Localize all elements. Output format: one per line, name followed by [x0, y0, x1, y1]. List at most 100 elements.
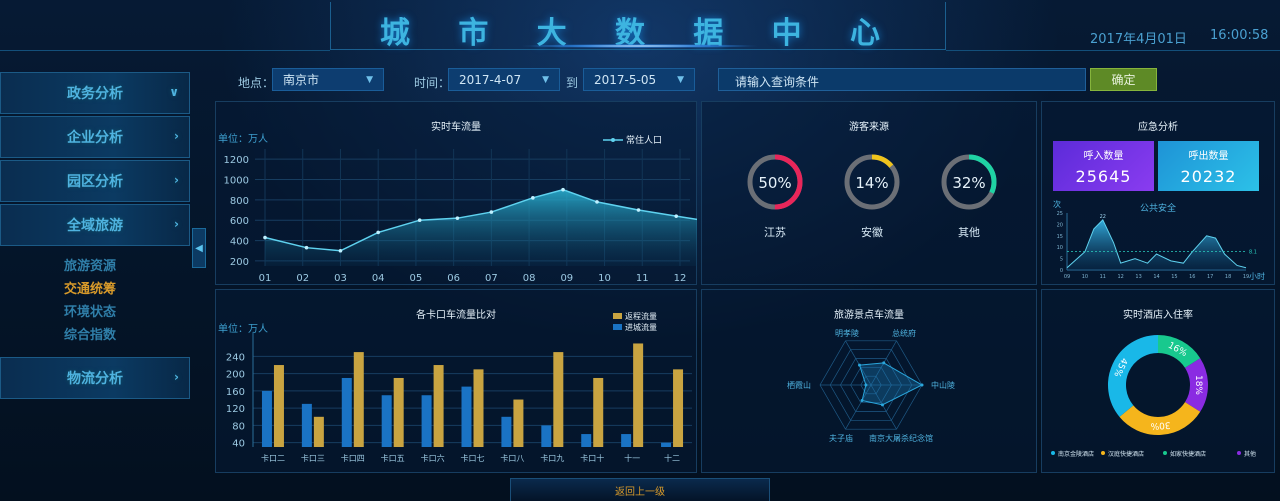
data-point: [376, 230, 380, 235]
y-tick-label: 10: [1057, 245, 1063, 251]
sidebar-item-government[interactable]: 政务分析 ∨: [0, 72, 190, 114]
bar-inbound: [301, 403, 312, 447]
radar-point: [860, 398, 864, 402]
x-tick-label: 卡口二: [261, 453, 285, 463]
stat-value: 25645: [1075, 167, 1132, 186]
bar-return: [273, 365, 284, 447]
legend-swatch: [613, 324, 622, 330]
start-date-select[interactable]: 2017-4-07 ▼: [448, 68, 560, 91]
title-char: 据: [693, 16, 724, 51]
x-tick-label: 09: [560, 273, 573, 284]
caret-down-icon: ▼: [366, 74, 373, 85]
donut-label: 其他: [958, 226, 980, 239]
donut-value: 14%: [855, 174, 889, 192]
title-char: 城: [380, 16, 410, 51]
sidebar-item-label: 全域旅游: [67, 218, 123, 234]
back-button[interactable]: 返回上一级: [510, 478, 770, 501]
donut-value: 32%: [952, 174, 986, 192]
radar-axis-label: 中山陵: [931, 380, 955, 390]
y-tick-label: 160: [226, 387, 245, 398]
bar-inbound: [661, 442, 672, 447]
location-value: 南京市: [283, 73, 320, 87]
time-display: 16:00:58: [1210, 28, 1269, 43]
y-unit-label: 次: [1053, 199, 1061, 209]
bar-return: [593, 377, 604, 447]
donut-slice-label: 30%: [1150, 419, 1171, 430]
data-point: [263, 235, 267, 240]
chevron-down-icon: ∨: [169, 85, 179, 99]
x-tick-label: 14: [1153, 274, 1159, 280]
sidebar-item-logistics[interactable]: 物流分析 ›: [0, 357, 190, 399]
bar-inbound: [621, 434, 632, 447]
bar-return: [353, 352, 364, 447]
x-tick-label: 16: [1189, 274, 1195, 280]
time-label: 时间：: [414, 76, 451, 90]
x-tick-label: 11: [636, 273, 649, 284]
legend-marker: [1237, 451, 1241, 455]
sidebar-sub-item-index[interactable]: 综合指数: [64, 324, 116, 343]
legend-label: 进城流量: [625, 322, 657, 332]
data-point: [595, 200, 599, 204]
x-tick-label: 18: [1225, 274, 1231, 280]
sidebar-sub-item-traffic[interactable]: 交通统筹: [64, 278, 116, 297]
x-tick-label: 10: [1082, 274, 1088, 280]
y-tick-label: 5: [1060, 257, 1063, 263]
y-tick-label: 400: [230, 237, 249, 248]
title-char: 数: [614, 16, 645, 51]
chevron-right-icon: ›: [174, 129, 179, 143]
radar-point: [864, 383, 868, 387]
x-tick-label: 13: [1135, 274, 1141, 280]
sidebar-collapse-button[interactable]: ◀: [192, 228, 206, 268]
legend-marker: [1163, 451, 1167, 455]
confirm-button[interactable]: 确定: [1090, 68, 1157, 91]
x-tick-label: 10: [598, 273, 611, 284]
x-unit-label: 小时: [1249, 271, 1265, 281]
legend-label: 常住人口: [626, 134, 662, 146]
data-point: [304, 245, 309, 250]
sidebar-sub-item-resources[interactable]: 旅游资源: [64, 255, 116, 274]
donut-slice-label: 18%: [1193, 375, 1203, 395]
x-tick-label: 07: [485, 273, 498, 284]
sidebar-item-tourism[interactable]: 全域旅游 ›: [0, 204, 190, 246]
y-tick-label: 800: [230, 196, 249, 207]
bar-return: [433, 365, 444, 447]
y-tick-label: 600: [230, 216, 249, 227]
location-label: 地点：: [238, 76, 275, 90]
x-tick-label: 十一: [624, 453, 640, 463]
sidebar-item-label: 政务分析: [67, 86, 123, 102]
sidebar-item-label: 企业分析: [67, 130, 123, 146]
panel-title: 应急分析: [1138, 122, 1178, 133]
sidebar-item-park[interactable]: 园区分析 ›: [0, 160, 190, 202]
data-point: [489, 210, 494, 214]
inbound-stat: 呼入数量 25645: [1053, 141, 1154, 191]
radar-axis-label: 总统府: [892, 328, 916, 338]
x-tick-label: 12: [674, 273, 687, 284]
donut-label: 安徽: [861, 226, 883, 239]
reference-label: 8.1: [1249, 250, 1257, 256]
location-select[interactable]: 南京市 ▼: [272, 68, 384, 91]
sidebar-item-label: 物流分析: [67, 371, 123, 387]
public-safety-chart: 公共安全次051015202509 10 11 12 13 14 15 16 17 18 19 小时8…: [1053, 199, 1265, 281]
y-tick-label: 80: [232, 421, 245, 432]
y-tick-label: 200: [226, 370, 245, 381]
query-input[interactable]: 请输入查询条件: [718, 68, 1086, 91]
radar-point: [882, 361, 886, 365]
bar-inbound: [421, 395, 432, 447]
radar-axis-label: 夫子庙: [829, 433, 853, 443]
bar-inbound: [381, 395, 392, 447]
x-tick-label: 卡口五: [381, 453, 405, 463]
bar-return: [553, 352, 564, 447]
end-date-value: 2017-5-05: [594, 72, 657, 87]
page-title: 城 市 大 数 据 中 心: [380, 8, 880, 51]
radar-axis-label: 栖霞山: [787, 380, 811, 390]
x-tick-label: 17: [1207, 274, 1213, 280]
stat-label: 呼入数量: [1083, 151, 1124, 162]
sidebar-item-enterprise[interactable]: 企业分析 ›: [0, 116, 190, 158]
data-point: [561, 187, 565, 192]
end-date-select[interactable]: 2017-5-05 ▼: [583, 68, 695, 91]
sidebar-sub-item-environment[interactable]: 环境状态: [64, 301, 116, 320]
legend-label: 南京金陵酒店: [1058, 450, 1094, 458]
x-tick-label: 09: [1064, 274, 1070, 280]
title-char: 大: [536, 16, 567, 51]
data-point: [531, 196, 535, 200]
